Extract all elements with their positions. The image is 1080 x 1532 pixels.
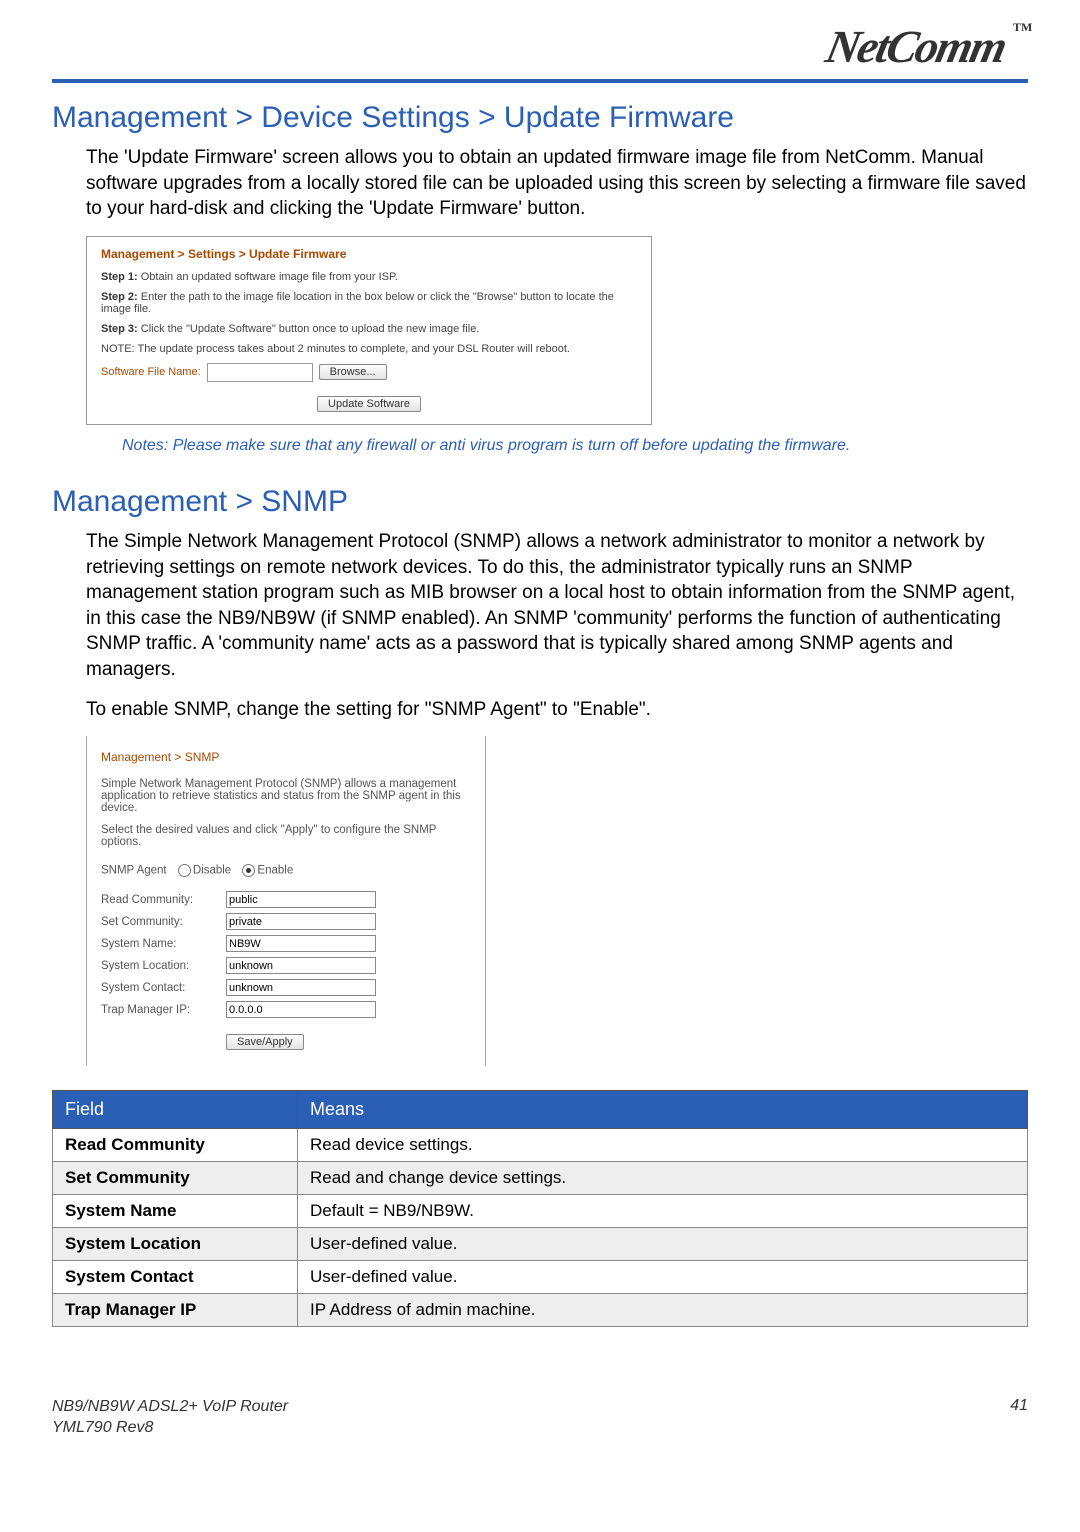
screenshot2-breadcrumb: Management > SNMP: [101, 750, 471, 764]
read-community-input[interactable]: [226, 891, 376, 908]
trademark: TM: [1013, 20, 1032, 35]
snmp-description-2: To enable SNMP, change the setting for "…: [52, 697, 1028, 723]
system-location-input[interactable]: [226, 957, 376, 974]
page-footer: NB9/NB9W ADSL2+ VoIP Router YML790 Rev8 …: [52, 1397, 1028, 1439]
file-name-label: Software File Name:: [101, 366, 201, 378]
section-title-update-firmware: Management > Device Settings > Update Fi…: [52, 101, 1028, 135]
read-community-label: Read Community:: [101, 894, 226, 906]
section-title-snmp: Management > SNMP: [52, 485, 1028, 519]
browse-button[interactable]: Browse...: [319, 364, 387, 380]
update-note: NOTE: The update process takes about 2 m…: [101, 343, 637, 355]
set-community-input[interactable]: [226, 913, 376, 930]
footer-page-number: 41: [1010, 1397, 1028, 1439]
brand-text: NetComm: [822, 21, 1011, 72]
snmp-shot-p1: Simple Network Management Protocol (SNMP…: [101, 778, 471, 814]
radio-enable[interactable]: [242, 864, 255, 877]
radio-disable-label: Disable: [193, 865, 231, 877]
table-row: Trap Manager IPIP Address of admin machi…: [53, 1294, 1028, 1327]
firewall-note: Notes: Please make sure that any firewal…: [52, 437, 1028, 455]
table-row: System LocationUser-defined value.: [53, 1228, 1028, 1261]
snmp-agent-row: SNMP Agent Disable Enable: [101, 864, 471, 877]
table-row: Set CommunityRead and change device sett…: [53, 1162, 1028, 1195]
system-contact-label: System Contact:: [101, 982, 226, 994]
system-contact-input[interactable]: [226, 979, 376, 996]
snmp-shot-p2: Select the desired values and click "App…: [101, 824, 471, 848]
table-row: System NameDefault = NB9/NB9W.: [53, 1195, 1028, 1228]
table-row: Read CommunityRead device settings.: [53, 1129, 1028, 1162]
screenshot-snmp: Management > SNMP Simple Network Managem…: [86, 736, 486, 1066]
update-firmware-description: The 'Update Firmware' screen allows you …: [52, 145, 1028, 222]
brand-logo: NetCommTM: [821, 20, 1033, 73]
update-software-button[interactable]: Update Software: [317, 396, 421, 412]
footer-doc-rev: YML790 Rev8: [52, 1418, 288, 1439]
trap-manager-input[interactable]: [226, 1001, 376, 1018]
header-rule: [52, 79, 1028, 83]
snmp-field-table: Field Means Read CommunityRead device se…: [52, 1090, 1028, 1327]
snmp-agent-label: SNMP Agent: [101, 865, 167, 877]
screenshot-update-firmware: Management > Settings > Update Firmware …: [86, 236, 652, 425]
file-name-input[interactable]: [207, 363, 313, 382]
footer-product: NB9/NB9W ADSL2+ VoIP Router: [52, 1397, 288, 1418]
radio-disable[interactable]: [178, 864, 191, 877]
th-field: Field: [53, 1091, 298, 1129]
step-3: Step 3: Click the "Update Software" butt…: [101, 323, 637, 335]
step-1: Step 1: Obtain an updated software image…: [101, 271, 637, 283]
screenshot1-breadcrumb: Management > Settings > Update Firmware: [101, 247, 637, 261]
system-name-input[interactable]: [226, 935, 376, 952]
radio-enable-label: Enable: [257, 865, 293, 877]
set-community-label: Set Community:: [101, 916, 226, 928]
table-row: System ContactUser-defined value.: [53, 1261, 1028, 1294]
th-means: Means: [298, 1091, 1028, 1129]
system-location-label: System Location:: [101, 960, 226, 972]
snmp-description-1: The Simple Network Management Protocol (…: [52, 529, 1028, 683]
system-name-label: System Name:: [101, 938, 226, 950]
save-apply-button[interactable]: Save/Apply: [226, 1034, 304, 1050]
trap-manager-label: Trap Manager IP:: [101, 1004, 226, 1016]
page-header: NetCommTM: [52, 20, 1028, 79]
step-2: Step 2: Enter the path to the image file…: [101, 291, 637, 315]
